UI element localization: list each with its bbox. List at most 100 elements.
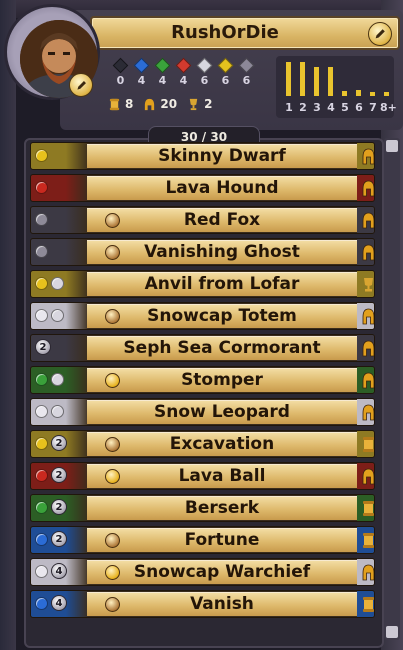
card-row[interactable]: Red Foxx2 — [30, 206, 375, 234]
card-name: Seph Sea Cormorant — [123, 338, 321, 358]
curve-bar — [314, 67, 319, 96]
mana-gem-item: 0 — [112, 57, 129, 87]
curve-label: 7 — [369, 101, 377, 114]
avatar-edit-button[interactable] — [69, 73, 93, 97]
curve-bar — [342, 91, 347, 96]
cost-gem-icon — [51, 309, 64, 322]
card-row[interactable]: 4Vanishx2 — [30, 590, 375, 618]
card-type-icon — [357, 367, 374, 393]
cost-gem-icon — [35, 181, 48, 194]
mana-gem-icon — [175, 57, 192, 74]
scroll-icon — [362, 500, 374, 516]
trophy-icon — [189, 98, 198, 110]
cost-gem-icon — [35, 405, 48, 418]
card-row[interactable]: Vanishing Ghostx2 — [30, 238, 375, 266]
card-row[interactable]: 2Seph Sea Cormorantx2 — [30, 334, 375, 362]
card-row[interactable]: 2Berserkx2 — [30, 494, 375, 522]
card-name: Snowcap Warchief — [133, 562, 311, 582]
mana-gem-icon — [112, 57, 129, 74]
card-row[interactable]: Stomperx2 — [30, 366, 375, 394]
spell-count: 8 — [108, 97, 133, 111]
card-name: Excavation — [169, 434, 275, 454]
card-name: Vanishing Ghost — [144, 242, 300, 262]
card-row[interactable]: 4Snowcap Warchiefx2 — [30, 558, 375, 586]
curve-bar-slot — [300, 58, 305, 96]
curve-bar-slot — [314, 58, 319, 96]
curve-label: 4 — [327, 101, 335, 114]
curve-label: 6 — [355, 101, 363, 114]
curve-bar — [370, 92, 375, 96]
cost-number: 2 — [51, 531, 67, 547]
helmet-icon — [145, 98, 155, 110]
trophy-icon — [363, 277, 373, 291]
mana-gem-item: 6 — [196, 57, 213, 87]
card-row[interactable]: 2Lava Ballx2 — [30, 462, 375, 490]
cost-number: 2 — [51, 467, 67, 483]
mana-gem-icon — [154, 57, 171, 74]
scroll-icon — [109, 98, 120, 110]
mana-gem-count: 6 — [200, 74, 209, 87]
cost-gem-icon — [35, 501, 48, 514]
card-type-icon — [357, 431, 374, 457]
card-row[interactable]: Lava Houndx2 — [30, 174, 375, 202]
card-type-icon — [357, 207, 374, 233]
mana-gem-summary: 0 4 4 4 6 6 6 — [112, 57, 255, 87]
scroll-icon — [362, 532, 374, 548]
cost-gem-icon — [35, 437, 48, 450]
card-row[interactable]: 2Excavationx2 — [30, 430, 375, 458]
curve-label: 2 — [299, 101, 307, 114]
player-name: RushOrDie — [171, 22, 279, 43]
mana-gem-count: 4 — [158, 74, 167, 87]
rename-button[interactable] — [368, 22, 392, 46]
card-type-icon — [357, 559, 374, 585]
cost-gem-icon — [35, 597, 48, 610]
mana-gem-icon — [217, 57, 234, 74]
cost-gem-icon — [35, 213, 48, 226]
curve-bar-slot — [342, 58, 347, 96]
card-type-icon — [357, 399, 374, 425]
curve-label: 5 — [341, 101, 349, 114]
card-row[interactable]: Skinny Dwarfx2 — [30, 142, 375, 170]
card-list-scrollbar[interactable] — [384, 138, 400, 640]
cost-number: 2 — [51, 435, 67, 451]
mana-curve-chart: 1 2 3 4 5 6 7 8+ — [276, 56, 397, 118]
helmet-icon — [362, 244, 374, 260]
scroll-down-handle[interactable] — [386, 626, 398, 638]
scroll-icon — [362, 436, 374, 452]
cost-number: 2 — [51, 499, 67, 515]
card-type-icon — [357, 527, 374, 553]
card-name: Berserk — [184, 498, 260, 518]
card-type-icon — [357, 143, 374, 169]
card-name: Snowcap Totem — [147, 306, 297, 326]
mana-gem-count: 4 — [179, 74, 188, 87]
curve-label: 3 — [313, 101, 321, 114]
cost-gem-icon — [35, 149, 48, 162]
mana-gem-count: 6 — [242, 74, 251, 87]
card-row[interactable]: Anvil from Lofarx2 — [30, 270, 375, 298]
mana-gem-icon — [133, 57, 150, 74]
scroll-up-handle[interactable] — [386, 140, 398, 152]
cost-gem-icon — [35, 565, 48, 578]
mana-gem-item: 6 — [217, 57, 234, 87]
card-row[interactable]: 2Fortunex2 — [30, 526, 375, 554]
helmet-icon — [362, 372, 374, 388]
cost-number: 2 — [35, 339, 51, 355]
card-type-icon — [357, 495, 374, 521]
cost-gem-icon — [35, 277, 48, 290]
helmet-icon — [362, 212, 374, 228]
card-type-icon — [357, 271, 374, 297]
card-row[interactable]: Snowcap Totemx2 — [30, 302, 375, 330]
cost-number: 4 — [51, 595, 67, 611]
deck-name-banner: RushOrDie — [90, 16, 400, 50]
cost-gem-icon — [51, 373, 64, 386]
artifact-count: 2 — [187, 97, 212, 111]
card-row[interactable]: Snow Leopardx2 — [30, 398, 375, 426]
card-type-icon — [357, 303, 374, 329]
helmet-icon — [362, 404, 374, 420]
curve-bar-slot — [328, 58, 333, 96]
curve-bar-slot — [370, 58, 375, 96]
curve-bar-slot — [356, 58, 361, 96]
card-type-icon — [357, 335, 374, 361]
curve-bar — [328, 67, 333, 96]
card-name: Red Fox — [183, 210, 261, 230]
